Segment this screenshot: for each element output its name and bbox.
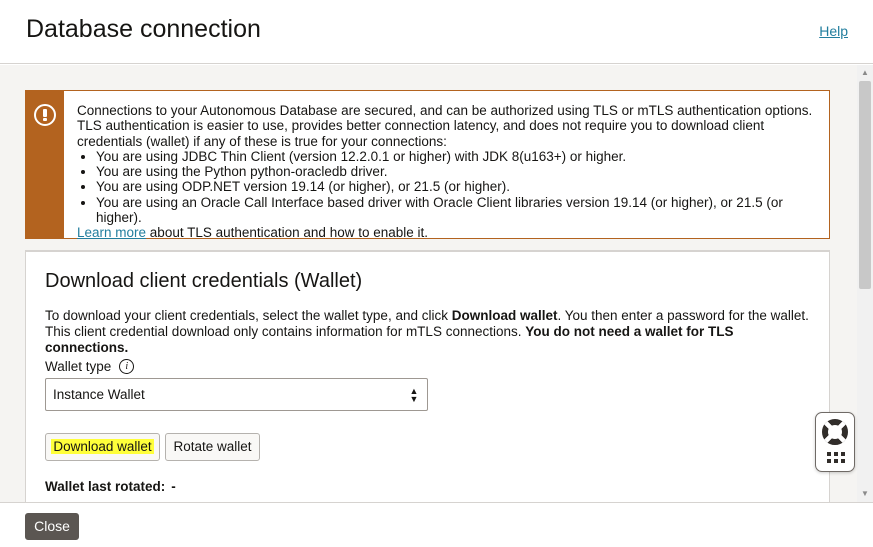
scrollbar-thumb[interactable] bbox=[859, 81, 871, 289]
page-title: Database connection bbox=[26, 15, 261, 43]
download-wallet-button[interactable]: Download wallet bbox=[45, 433, 160, 461]
vertical-scrollbar[interactable]: ▲ ▼ bbox=[857, 65, 873, 502]
dialog-header: Database connection Help bbox=[0, 0, 873, 64]
help-link[interactable]: Help bbox=[819, 23, 848, 39]
rotate-wallet-button[interactable]: Rotate wallet bbox=[165, 433, 260, 461]
chevron-up-down-icon: ▲ ▼ bbox=[409, 386, 419, 404]
wallet-type-label: Wallet type i bbox=[45, 359, 135, 374]
info-icon[interactable]: i bbox=[119, 359, 135, 374]
wallet-description: To download your client credentials, sel… bbox=[45, 308, 820, 356]
learn-more-suffix: about TLS authentication and how to enab… bbox=[146, 225, 429, 241]
desc-bold-download: Download wallet bbox=[451, 308, 558, 323]
scroll-down-icon[interactable]: ▼ bbox=[857, 488, 873, 500]
learn-more-link[interactable]: Learn more bbox=[77, 225, 146, 240]
tls-info-alert: Connections to your Autonomous Database … bbox=[25, 90, 830, 240]
desc-text: To download your client credentials, sel… bbox=[45, 308, 452, 323]
wallet-type-label-text: Wallet type bbox=[45, 359, 112, 374]
alert-intro: Connections to your Autonomous Database … bbox=[77, 103, 813, 149]
alert-bullet: You are using JDBC Thin Client (version … bbox=[96, 149, 817, 164]
alert-content: Connections to your Autonomous Database … bbox=[64, 91, 829, 240]
dialog-body[interactable]: Connections to your Autonomous Database … bbox=[0, 65, 873, 502]
alert-learn-more-line: Learn more about TLS authentication and … bbox=[77, 225, 817, 240]
last-rotated-value: - bbox=[171, 479, 176, 494]
floating-help-widget[interactable] bbox=[815, 412, 855, 472]
wallet-last-rotated: Wallet last rotated: - bbox=[45, 479, 176, 494]
alert-bullet: You are using the Python python-oracledb… bbox=[96, 164, 817, 179]
lifebuoy-icon[interactable] bbox=[822, 419, 848, 445]
close-button[interactable]: Close bbox=[25, 513, 79, 540]
alert-bullet-list: You are using JDBC Thin Client (version … bbox=[77, 149, 817, 225]
wallet-section-title: Download client credentials (Wallet) bbox=[45, 270, 363, 292]
grid-icon[interactable] bbox=[827, 452, 845, 465]
last-rotated-label: Wallet last rotated: bbox=[45, 479, 166, 494]
wallet-type-select[interactable]: Instance Wallet ▲ ▼ bbox=[45, 378, 428, 411]
download-wallet-label: Download wallet bbox=[51, 439, 154, 454]
scroll-up-icon[interactable]: ▲ bbox=[857, 67, 873, 79]
alert-bullet: You are using ODP.NET version 19.14 (or … bbox=[96, 179, 817, 194]
warning-icon bbox=[34, 104, 56, 126]
alert-side-bar bbox=[26, 91, 64, 238]
alert-bullet: You are using an Oracle Call Interface b… bbox=[96, 195, 817, 226]
wallet-card: Download client credentials (Wallet) To … bbox=[25, 250, 830, 502]
dialog-footer: Close bbox=[0, 502, 873, 547]
wallet-type-value: Instance Wallet bbox=[53, 387, 145, 402]
